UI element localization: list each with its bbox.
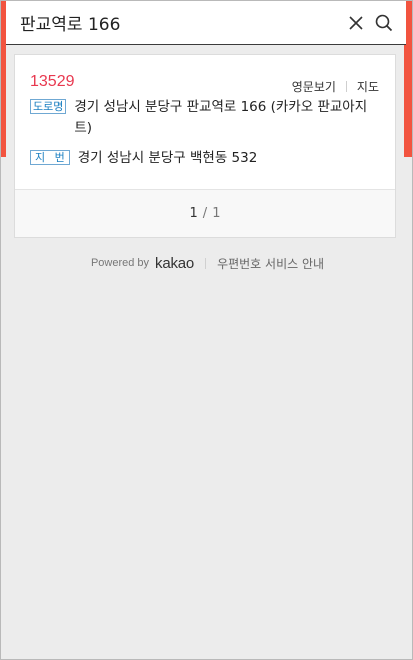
road-address-text[interactable]: 경기 성남시 분당구 판교역로 166 (카카오 판교아지트) — [74, 97, 374, 139]
result-links: 영문보기 지도 — [292, 78, 379, 95]
result-item[interactable]: 13529 영문보기 지도 도로명 경기 성남시 분당구 판교역로 166 (카… — [15, 55, 395, 189]
jibun-address-row[interactable]: 지 번 경기 성남시 분당구 백현동 532 — [30, 148, 378, 169]
postcode-window: 13529 영문보기 지도 도로명 경기 성남시 분당구 판교역로 166 (카… — [0, 0, 413, 660]
search-bar — [6, 0, 406, 45]
powered-by-label: Powered by — [90, 257, 150, 269]
page-separator: / — [202, 206, 208, 221]
road-address-badge: 도로명 — [30, 99, 67, 114]
link-divider — [345, 81, 347, 92]
current-page: 1 — [189, 206, 198, 221]
footer: Powered by kakao 우편번호 서비스 안내 — [1, 253, 413, 273]
kakao-logo[interactable]: kakao — [155, 255, 194, 272]
footer-divider — [205, 257, 207, 269]
result-card: 13529 영문보기 지도 도로명 경기 성남시 분당구 판교역로 166 (카… — [14, 54, 396, 238]
search-input[interactable] — [6, 0, 342, 45]
search-button[interactable] — [370, 1, 398, 45]
map-link[interactable]: 지도 — [357, 78, 379, 95]
pagination: 1 / 1 — [15, 190, 395, 237]
road-address-row[interactable]: 도로명 경기 성남시 분당구 판교역로 166 (카카오 판교아지트) — [30, 97, 374, 139]
zipcode[interactable]: 13529 — [30, 73, 75, 91]
service-guide-link[interactable]: 우편번호 서비스 안내 — [217, 255, 324, 272]
english-view-link[interactable]: 영문보기 — [292, 78, 336, 95]
total-pages: 1 — [212, 206, 221, 221]
jibun-address-badge: 지 번 — [30, 150, 70, 165]
search-icon — [375, 14, 393, 31]
jibun-address-text[interactable]: 경기 성남시 분당구 백현동 532 — [78, 148, 378, 169]
clear-button[interactable] — [342, 1, 370, 45]
close-icon — [349, 15, 363, 30]
